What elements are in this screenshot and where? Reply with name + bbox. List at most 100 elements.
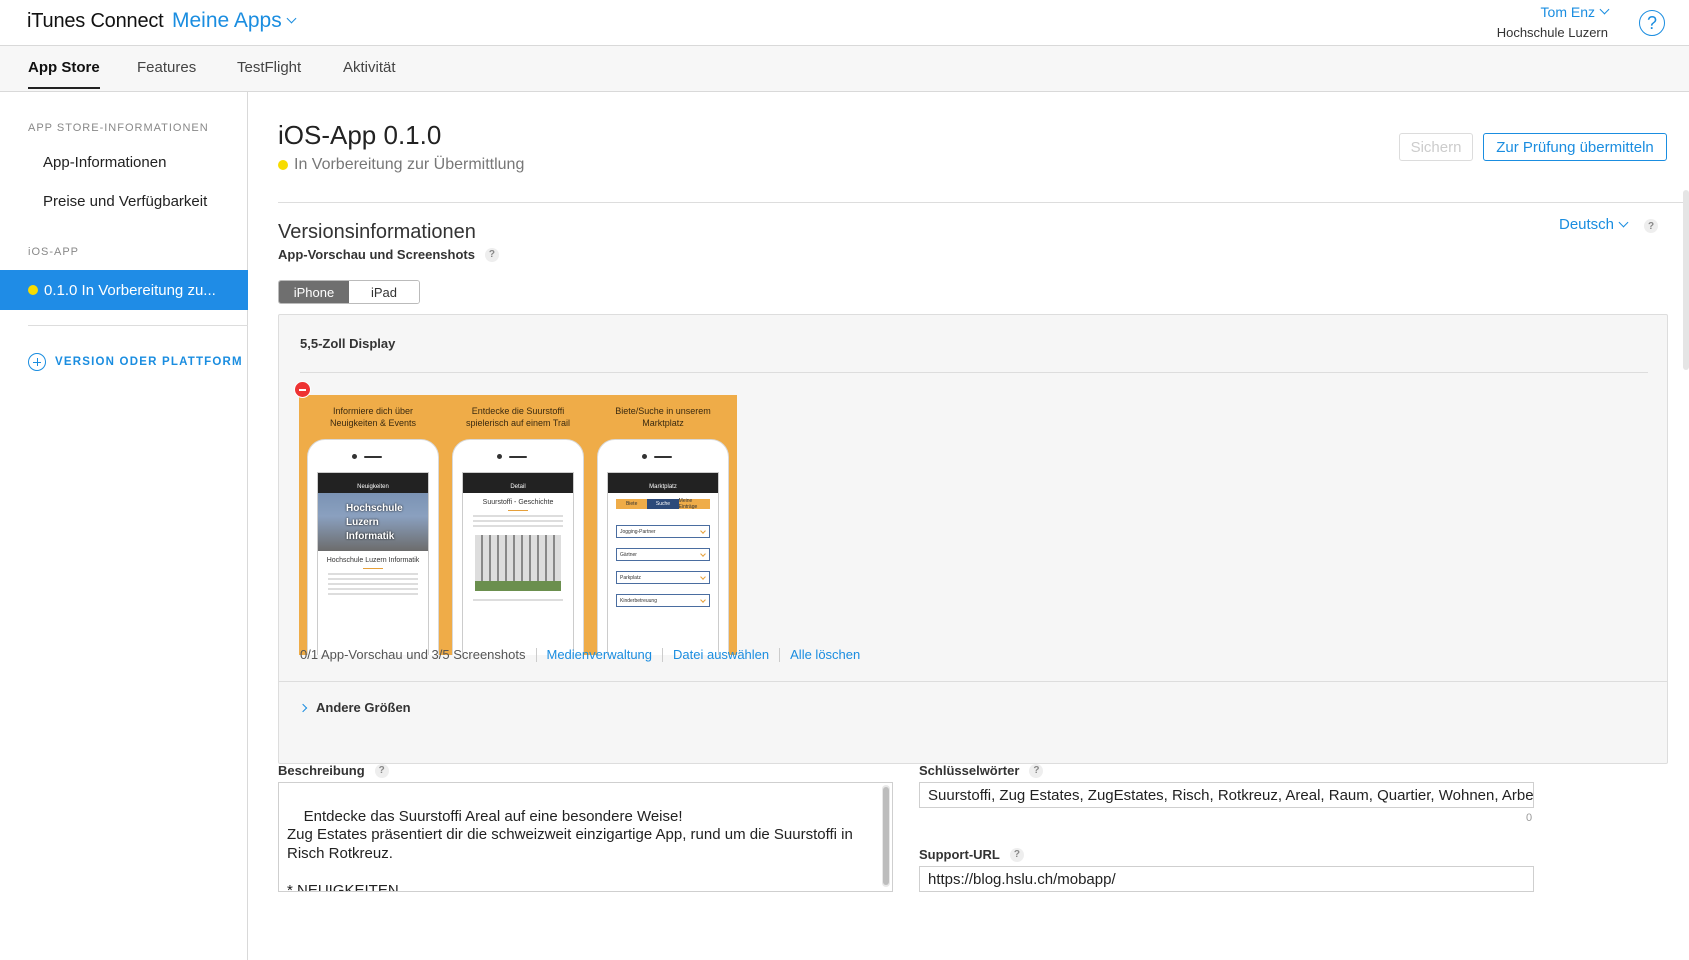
add-version-label: VERSION ODER PLATTFORM [55,356,243,368]
screen-nav-title: Marktplatz [608,473,718,493]
sidebar-item-version[interactable]: 0.1.0 In Vorbereitung zu... [0,270,248,310]
add-version-button[interactable]: VERSION ODER PLATTFORM [28,353,243,371]
text-line [473,515,563,517]
text-line [473,520,563,522]
screen-nav-title: Neuigkeiten [318,473,428,493]
phone-frame: Neuigkeiten Hochschule Luzern Informatik… [307,439,439,655]
user-account: Tom Enz Hochschule Luzern [1497,4,1610,40]
tab-testflight[interactable]: TestFlight [237,59,301,76]
building-photo [475,535,561,591]
language-selector[interactable]: Deutsch [1559,216,1629,233]
top-header: iTunes Connect Meine Apps Tom Enz Hochsc… [0,0,1689,46]
segment-biete: Biete [616,499,648,509]
divider [278,202,1689,203]
description-label-text: Beschreibung [278,763,365,778]
chevron-down-icon [1618,217,1629,227]
phone-speaker [642,454,684,460]
user-menu[interactable]: Tom Enz [1497,4,1610,20]
description-textarea[interactable]: Entdecke das Suurstoffi Areal auf eine b… [278,782,893,892]
sidebar: APP STORE-INFORMATIONEN App-Informatione… [0,92,248,960]
sidebar-item-pricing[interactable]: Preise und Verfügbarkeit [43,193,207,210]
heading-underline [508,510,528,511]
chevron-right-icon [298,703,308,712]
tab-app-store[interactable]: App Store [28,59,100,89]
phone-screen: Marktplatz Biete Suche Meine Einträge Jo… [607,472,719,655]
screenshot-thumbnail[interactable]: Entdecke die Suurstoffi spielerisch auf … [444,395,592,655]
text-line [328,588,418,590]
help-question-icon[interactable]: ? [484,247,499,262]
screenshots-panel: 5,5-Zoll Display Informiere dich über Ne… [278,314,1668,764]
text-line [328,578,418,580]
screenshot-thumbnail[interactable]: Informiere dich über Neuigkeiten & Event… [299,395,447,655]
phone-screen: Neuigkeiten Hochschule Luzern Informatik… [317,472,429,655]
other-sizes-label: Andere Größen [316,700,411,715]
sidebar-divider [28,325,248,326]
submit-for-review-button[interactable]: Zur Prüfung übermitteln [1483,133,1667,161]
support-url-label: Support-URL ? [919,847,1024,862]
main-content: iOS-App 0.1.0 In Vorbereitung zur Übermi… [249,92,1689,960]
textarea-scrollbar[interactable] [882,785,890,887]
chevron-down-icon [286,13,297,24]
my-apps-label: Meine Apps [172,9,282,32]
save-button[interactable]: Sichern [1399,133,1473,161]
media-manager-link[interactable]: Medienverwaltung [547,647,653,662]
support-url-input[interactable]: https://blog.hslu.ch/mobapp/ [919,866,1534,892]
tab-iphone[interactable]: iPhone [279,281,349,303]
keywords-char-counter: 0 [1526,812,1533,824]
user-name: Tom Enz [1540,4,1595,20]
dropdown-item: Kinderbetreuung [616,594,710,607]
main-tabs: App Store Features TestFlight Aktivität [0,46,1689,92]
help-question-icon[interactable]: ? [1029,763,1044,778]
screenshots-info: 0/1 App-Vorschau und 3/5 Screenshots Med… [300,647,860,662]
tab-aktivitaet[interactable]: Aktivität [343,59,396,76]
screenshot-caption: Informiere dich über Neuigkeiten & Event… [329,406,417,428]
previews-label-text: App-Vorschau und Screenshots [278,247,475,262]
keywords-input[interactable]: Suurstoffi, Zug Estates, ZugEstates, Ris… [919,782,1534,808]
help-icon[interactable]: ? [1639,10,1665,36]
help-question-icon[interactable]: ? [1644,219,1658,233]
text-line [473,525,563,527]
support-url-label-text: Support-URL [919,847,1000,862]
phone-frame: Marktplatz Biete Suche Meine Einträge Jo… [597,439,729,655]
dropdown-item: Gärtner [616,548,710,561]
description-text: Entdecke das Suurstoffi Areal auf eine b… [287,807,853,892]
sidebar-item-version-label: 0.1.0 In Vorbereitung zu... [44,281,216,299]
text-line [328,573,418,575]
screen-nav-title: Detail [463,473,573,493]
status-dot-icon [278,160,288,170]
tab-ipad[interactable]: iPad [349,281,419,303]
keywords-label: Schlüsselwörter ? [919,763,1044,778]
previews-label: App-Vorschau und Screenshots ? [278,247,499,262]
marketplace-segments: Biete Suche Meine Einträge [616,498,710,510]
text-line [328,583,418,585]
device-segmented-control: iPhone iPad [278,280,420,304]
screenshots-count: 0/1 App-Vorschau und 3/5 Screenshots [300,647,526,662]
dropdown-item: Parkplatz [616,571,710,584]
screen-heading: Hochschule Luzern Informatik [326,557,420,564]
status-text: In Vorbereitung zur Übermittlung [294,156,525,173]
phone-speaker [352,454,394,460]
brand-title[interactable]: iTunes Connect [27,10,164,33]
help-question-icon[interactable]: ? [374,763,389,778]
choose-file-link[interactable]: Datei auswählen [673,647,769,662]
phone-speaker [497,454,539,460]
version-status: In Vorbereitung zur Übermittlung [278,156,524,174]
sidebar-item-app-info[interactable]: App-Informationen [43,154,166,171]
delete-screenshot-icon[interactable] [294,381,311,398]
section-title: Versionsinformationen [278,221,476,243]
sidebar-section-store: APP STORE-INFORMATIONEN [28,122,209,134]
keywords-label-text: Schlüsselwörter [919,763,1020,778]
divider [300,372,1648,373]
screenshot-thumbnail[interactable]: Biete/Suche in unserem Marktplatz Marktp… [589,395,737,655]
other-sizes-toggle[interactable]: Andere Größen [298,700,411,715]
my-apps-menu[interactable]: Meine Apps [172,9,297,33]
tab-features[interactable]: Features [137,59,196,76]
segment-suche: Suche [647,499,679,509]
plus-circle-icon [28,353,46,371]
page-scrollbar[interactable] [1683,190,1689,370]
status-dot-icon [28,285,38,295]
delete-all-link[interactable]: Alle löschen [790,647,860,662]
dropdown-item: Jogging-Partner [616,525,710,538]
text-line [473,599,563,601]
help-question-icon[interactable]: ? [1009,847,1024,862]
